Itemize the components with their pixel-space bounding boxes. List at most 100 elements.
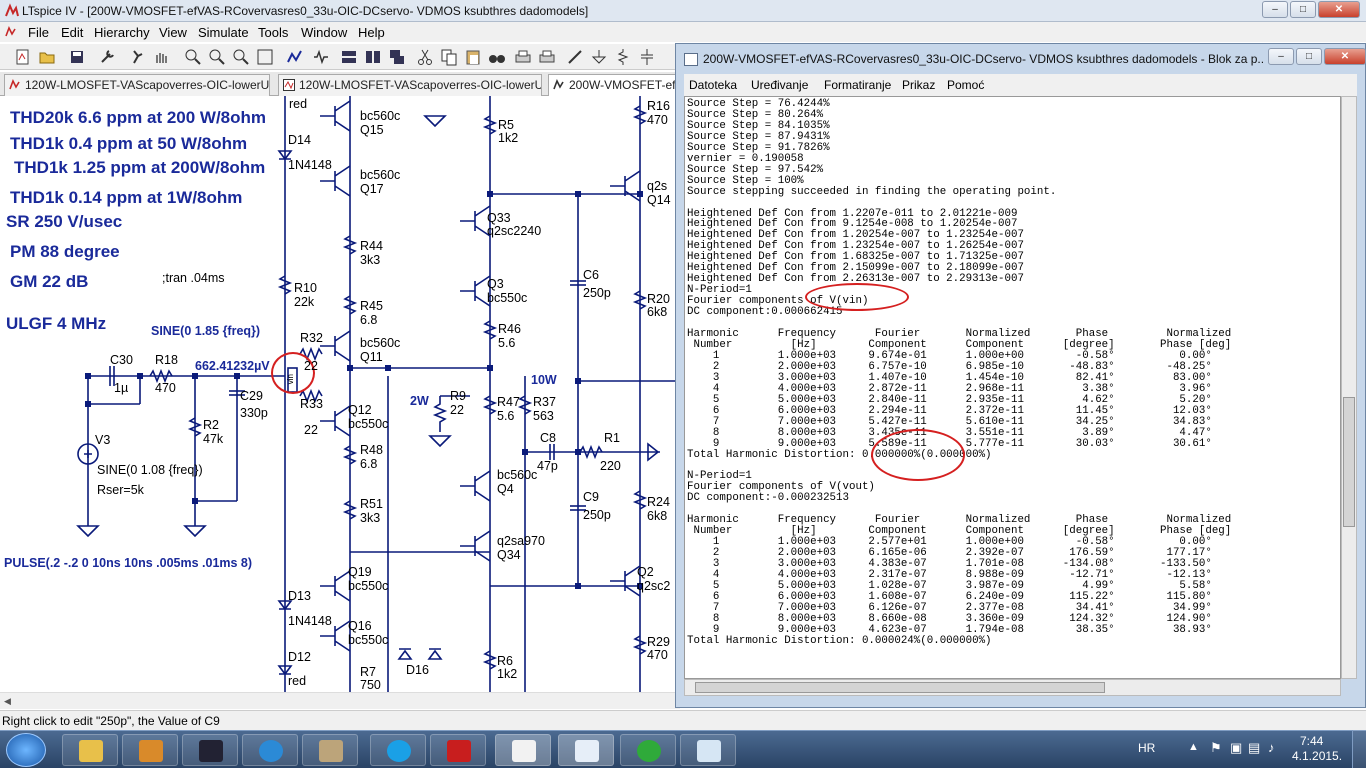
flag-icon[interactable]: ⚑: [1210, 740, 1222, 756]
notepad-window-controls: – □ ✕: [1268, 48, 1366, 65]
network-icon[interactable]: ▤: [1248, 740, 1260, 756]
ltspice-app-icon[interactable]: [4, 3, 20, 19]
halt-icon[interactable]: [152, 48, 170, 66]
waveform-icon[interactable]: [312, 48, 330, 66]
notepad-close-button[interactable]: ✕: [1324, 48, 1366, 65]
device-icon[interactable]: ▣: [1230, 740, 1242, 756]
save-icon[interactable]: [68, 48, 86, 66]
tab-schematic-1[interactable]: 120W-LMOSFET-VAScapoverres-OIC-lowerULGF: [4, 74, 270, 96]
notepad-maximize-button[interactable]: □: [1296, 48, 1322, 65]
taskbar-internet-explorer[interactable]: [242, 734, 298, 766]
minimize-button[interactable]: –: [1262, 1, 1288, 18]
capacitor-icon[interactable]: [638, 48, 656, 66]
q4-label: Q4: [497, 482, 514, 496]
cut-icon[interactable]: [416, 48, 434, 66]
autorange-icon[interactable]: [286, 48, 304, 66]
menu-prikaz[interactable]: Prikaz: [902, 78, 935, 92]
wire-icon[interactable]: [566, 48, 584, 66]
zoom-in-icon[interactable]: [184, 48, 202, 66]
taskbar-blank-app[interactable]: [680, 734, 736, 766]
taskbar-package[interactable]: [122, 734, 178, 766]
volume-icon[interactable]: ♪: [1268, 740, 1275, 755]
q34-value: q2sa970: [497, 534, 545, 548]
menu-help[interactable]: Help: [358, 25, 385, 40]
scroll-left-arrow-icon[interactable]: ◀: [4, 696, 11, 707]
taskbar-green-app[interactable]: [620, 734, 676, 766]
r18-label: R18: [155, 353, 178, 367]
zoom-fit-icon[interactable]: [256, 48, 274, 66]
sine-source-1[interactable]: SINE(0 1.85 {freq}): [151, 325, 260, 338]
v3-rser[interactable]: Rser=5k: [97, 484, 144, 497]
acrobat-icon: [447, 740, 471, 762]
menu-hierarchy[interactable]: Hierarchy: [94, 25, 150, 40]
menu-window[interactable]: Window: [301, 25, 347, 40]
menu-simulate[interactable]: Simulate: [198, 25, 249, 40]
toolbar: [0, 44, 680, 70]
notepad-title-bar[interactable]: 200W-VMOSFET-efVAS-RCovervasres0_33u-OIC…: [676, 44, 1366, 73]
taskbar-skype[interactable]: [370, 734, 426, 766]
clock-time[interactable]: 7:44: [1300, 734, 1323, 748]
menu-view[interactable]: View: [159, 25, 187, 40]
taskbar-images[interactable]: [302, 734, 358, 766]
ground-icon[interactable]: [590, 48, 608, 66]
r9-label: R9: [450, 389, 466, 403]
open-icon[interactable]: [38, 48, 56, 66]
run-icon[interactable]: [128, 48, 146, 66]
tile-vertical-icon[interactable]: [364, 48, 382, 66]
taskbar-explorer[interactable]: [62, 734, 118, 766]
menu-tools[interactable]: Tools: [258, 25, 288, 40]
tray-arrow-icon[interactable]: ▲: [1188, 741, 1199, 753]
menu-formatiranje[interactable]: Formatiranje: [824, 78, 891, 92]
tab-schematic-active[interactable]: 200W-VMOSFET-ef: [548, 74, 680, 96]
zoom-pan-icon[interactable]: [208, 48, 226, 66]
clock-date[interactable]: 4.1.2015.: [1292, 749, 1342, 763]
schematic-canvas[interactable]: THD20k 6.6 ppm at 200 W/8ohm THD1k 0.4 p…: [0, 96, 680, 692]
notepad-text-area[interactable]: Source Step = 76.4244% Source Step = 80.…: [684, 96, 1341, 679]
q16-label: Q16: [348, 619, 372, 633]
start-button[interactable]: [6, 733, 46, 767]
schematic-horizontal-scrollbar[interactable]: ◀: [0, 692, 680, 709]
notepad-minimize-button[interactable]: –: [1268, 48, 1294, 65]
c9-label: C9: [583, 490, 599, 504]
notepad-horizontal-scrollbar[interactable]: [684, 679, 1341, 696]
copy-icon[interactable]: [440, 48, 458, 66]
taskbar-oscilloscope[interactable]: [182, 734, 238, 766]
menu-uredivanje[interactable]: Uređivanje: [751, 78, 808, 92]
maximize-button[interactable]: □: [1290, 1, 1316, 18]
print-setup-icon[interactable]: [514, 48, 532, 66]
v3-sine[interactable]: SINE(0 1.08 {freq}): [97, 464, 203, 477]
find-icon[interactable]: [488, 48, 506, 66]
notepad-vertical-scrollbar[interactable]: [1341, 96, 1357, 679]
tran-directive[interactable]: ;tran .04ms: [162, 272, 225, 285]
q19-label: Q19: [348, 565, 372, 579]
language-indicator[interactable]: HR: [1138, 741, 1155, 755]
resistor-icon[interactable]: [614, 48, 632, 66]
notepad-title: 200W-VMOSFET-efVAS-RCovervasres0_33u-OIC…: [703, 52, 1263, 66]
tab-schematic-2[interactable]: 120W-LMOSFET-VAScapoverres-OIC-lowerULGF: [278, 74, 542, 96]
c9-value[interactable]: 250p: [583, 509, 611, 522]
pulse-source[interactable]: PULSE(.2 -.2 0 10ns 10ns .005ms .01ms 8): [4, 557, 252, 570]
status-bar: Right click to edit "250p", the Value of…: [0, 710, 1366, 730]
child-window-icon[interactable]: [5, 26, 17, 38]
power-10w-label: 10W: [531, 373, 557, 387]
tile-horizontal-icon[interactable]: [340, 48, 358, 66]
zoom-out-icon[interactable]: [232, 48, 250, 66]
taskbar-notepad[interactable]: [558, 734, 614, 766]
new-schematic-icon[interactable]: [14, 48, 32, 66]
horizontal-scroll-thumb[interactable]: [695, 682, 1105, 693]
menu-datoteka[interactable]: Datoteka: [689, 78, 737, 92]
close-button[interactable]: ✕: [1318, 1, 1360, 18]
control-panel-icon[interactable]: [98, 48, 116, 66]
r44-label: R44: [360, 239, 383, 253]
vertical-scroll-thumb[interactable]: [1343, 397, 1355, 527]
menu-file[interactable]: File: [28, 25, 49, 40]
cascade-icon[interactable]: [388, 48, 406, 66]
menu-edit[interactable]: Edit: [61, 25, 83, 40]
print-icon[interactable]: [538, 48, 556, 66]
show-desktop-button[interactable]: [1352, 730, 1366, 768]
taskbar-ltspice[interactable]: [495, 734, 551, 766]
menu-pomoc[interactable]: Pomoć: [947, 78, 984, 92]
paste-icon[interactable]: [464, 48, 482, 66]
folder-icon: [79, 740, 103, 762]
taskbar-acrobat[interactable]: [430, 734, 486, 766]
